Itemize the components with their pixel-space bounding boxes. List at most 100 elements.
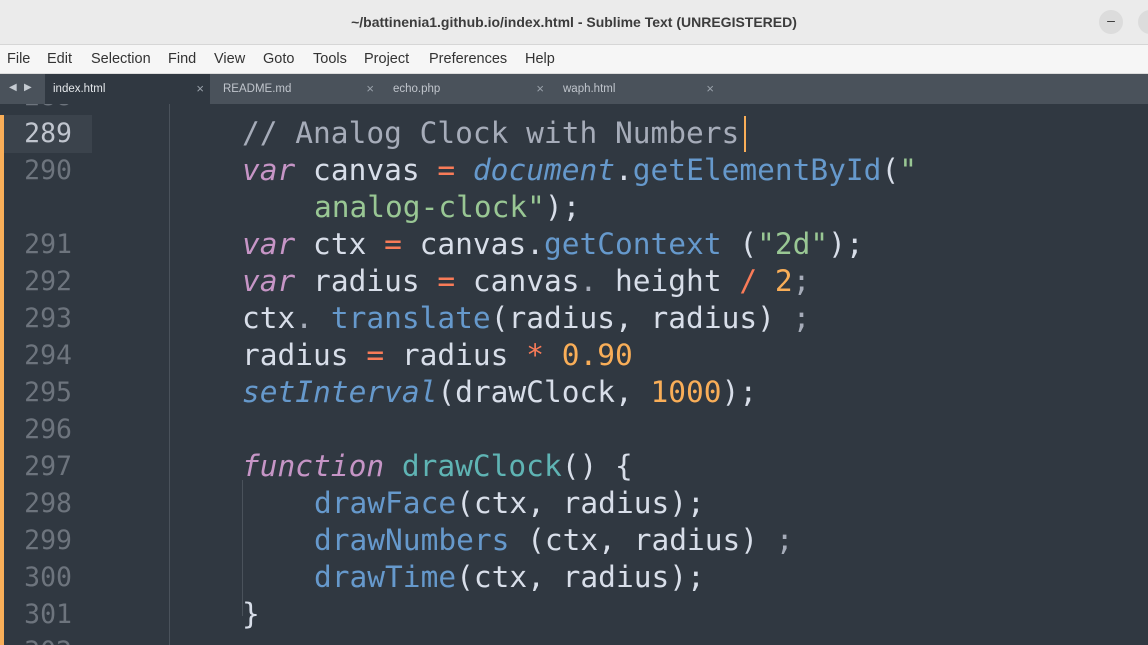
- line-number: 295: [24, 377, 72, 408]
- code-token: (drawClock,: [437, 375, 651, 409]
- code-line[interactable]: ctx. translate(radius, radius) ;: [242, 300, 810, 337]
- line-number: 296: [24, 414, 72, 445]
- menu-tools[interactable]: Tools: [313, 45, 347, 73]
- tab-next-icon[interactable]: ▶: [24, 74, 32, 104]
- code-token: );: [544, 190, 581, 224]
- code-token: ;: [792, 301, 811, 335]
- close-tab-icon[interactable]: ×: [536, 74, 544, 104]
- code-token: radius: [242, 338, 367, 372]
- line-number: 302: [4, 633, 72, 645]
- window-title: ~/battinenia1.github.io/index.html - Sub…: [351, 14, 797, 30]
- line-number: 292: [24, 266, 72, 297]
- code-line[interactable]: var ctx = canvas.getContext ("2d");: [242, 226, 864, 263]
- code-editor[interactable]: 288 289 290 291 292 293 294 295 296 297 298 299 300 3…: [0, 104, 1148, 645]
- code-token: var: [242, 153, 296, 187]
- menu-selection[interactable]: Selection: [91, 45, 151, 73]
- code-token: ": [527, 190, 545, 224]
- code-token: canvas: [295, 153, 438, 187]
- code-token: drawClock: [401, 449, 562, 483]
- text-cursor: [744, 116, 746, 152]
- code-token: // Analog Clock with Numbers: [242, 116, 740, 150]
- code-line[interactable]: drawFace(ctx, radius);: [314, 485, 705, 522]
- line-number: 300: [24, 562, 72, 593]
- tab-prev-icon[interactable]: ◀: [9, 74, 17, 104]
- code-line[interactable]: var radius = canvas. height / 2;: [242, 263, 810, 300]
- code-token: var: [242, 227, 296, 261]
- line-number: 290: [24, 155, 72, 186]
- code-token: /: [739, 264, 758, 298]
- code-token: .: [579, 264, 616, 298]
- menu-file[interactable]: File: [7, 45, 30, 73]
- code-token: (ctx, radius);: [456, 560, 705, 594]
- tab-index-html[interactable]: index.html ×: [45, 74, 210, 104]
- code-token: radius: [295, 264, 438, 298]
- code-token: function: [242, 449, 385, 483]
- close-tab-icon[interactable]: ×: [706, 74, 714, 104]
- tab-readme-md[interactable]: README.md ×: [215, 74, 380, 104]
- code-line[interactable]: setInterval(drawClock, 1000);: [242, 374, 757, 411]
- code-line[interactable]: drawTime(ctx, radius);: [314, 559, 705, 596]
- code-token: ": [899, 153, 917, 187]
- code-token: height: [615, 264, 740, 298]
- minimize-button[interactable]: –: [1099, 10, 1123, 34]
- code-token: (: [881, 153, 900, 187]
- code-token: 0.90: [561, 338, 633, 372]
- tab-label: README.md: [223, 83, 292, 95]
- code-token: radius: [384, 338, 527, 372]
- close-tab-icon[interactable]: ×: [366, 74, 374, 104]
- code-token: () {: [561, 449, 633, 483]
- code-token: (: [721, 227, 758, 261]
- code-line[interactable]: radius = radius * 0.90: [242, 337, 633, 374]
- code-token: "2d": [757, 227, 829, 261]
- tab-echo-php[interactable]: echo.php ×: [385, 74, 550, 104]
- code-token: getContext: [543, 227, 722, 261]
- code-token: setInterval: [242, 375, 438, 409]
- code-token: =: [437, 264, 456, 298]
- indent-guide: [169, 104, 170, 645]
- code-token: .: [526, 227, 544, 261]
- code-token: );: [828, 227, 864, 261]
- menu-edit[interactable]: Edit: [47, 45, 72, 73]
- code-line[interactable]: // Analog Clock with Numbers: [242, 115, 739, 152]
- code-token: ;: [775, 523, 794, 557]
- code-token: analog-clock: [314, 190, 528, 224]
- tab-waph-html[interactable]: waph.html ×: [555, 74, 720, 104]
- code-line[interactable]: function drawClock() {: [242, 448, 633, 485]
- menu-find[interactable]: Find: [168, 45, 196, 73]
- code-token: 1000: [650, 375, 722, 409]
- code-token: =: [437, 153, 456, 187]
- code-token: ctx: [242, 301, 296, 335]
- tab-label: index.html: [53, 83, 106, 95]
- code-line[interactable]: drawNumbers (ctx, radius) ;: [314, 522, 794, 559]
- code-line[interactable]: analog-clock");: [314, 189, 580, 226]
- menu-view[interactable]: View: [214, 45, 245, 73]
- menu-project[interactable]: Project: [364, 45, 409, 73]
- menu-help[interactable]: Help: [525, 45, 555, 73]
- line-number: 298: [24, 488, 72, 519]
- tab-bar: ◀ ▶ index.html × README.md × echo.php × …: [0, 74, 1148, 104]
- close-tab-icon[interactable]: ×: [196, 74, 204, 104]
- code-token: drawTime: [314, 560, 457, 594]
- code-token: =: [384, 227, 402, 261]
- line-number: 301: [24, 599, 72, 630]
- menu-preferences[interactable]: Preferences: [429, 45, 507, 73]
- tab-label: waph.html: [563, 83, 616, 95]
- line-number: 293: [24, 303, 72, 334]
- code-line[interactable]: }: [242, 596, 260, 633]
- code-token: ;: [792, 264, 811, 298]
- code-token: (ctx, radius);: [456, 486, 705, 520]
- code-line[interactable]: var canvas = document.getElementById(": [242, 152, 917, 189]
- code-token: drawFace: [314, 486, 457, 520]
- line-number-gutter: 288 289 290 291 292 293 294 295 296 297 298 299 300 3…: [0, 104, 97, 645]
- code-token: document: [472, 153, 616, 187]
- code-token: (radius, radius): [490, 301, 793, 335]
- code-token: ctx: [295, 227, 385, 261]
- code-token: getElementById: [632, 153, 882, 187]
- line-number: 294: [24, 340, 72, 371]
- code-token: );: [721, 375, 758, 409]
- menu-goto[interactable]: Goto: [263, 45, 294, 73]
- code-token: drawNumbers: [314, 523, 510, 557]
